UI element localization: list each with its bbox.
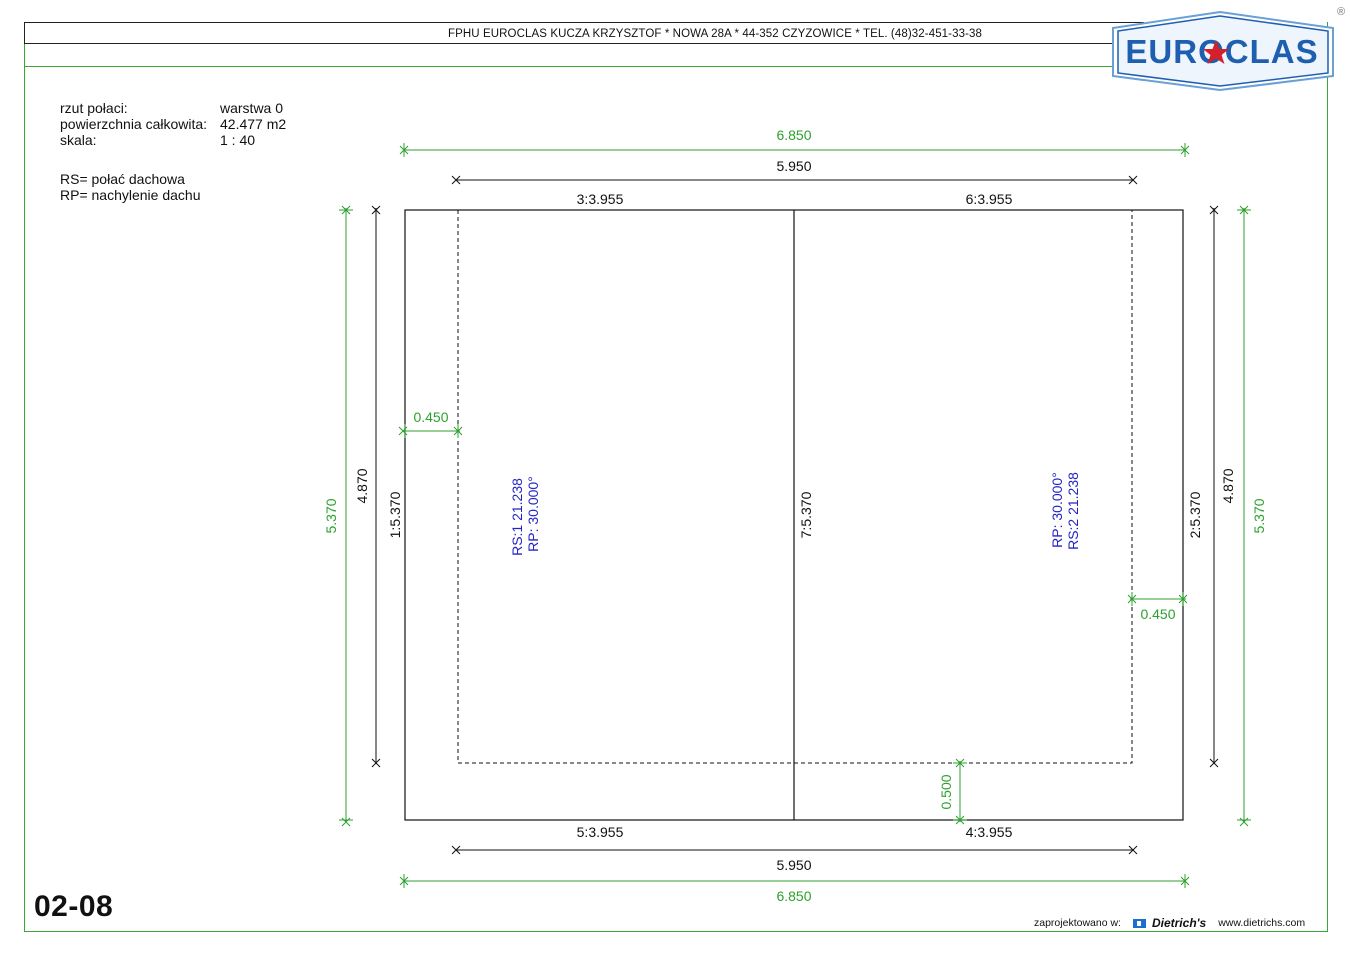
roof-plan-drawing: EUROCLAS 5.950 3:3.95 [323, 10, 1334, 904]
edge-label-1: 1:5.370 [387, 491, 403, 538]
sheet-number: 02-08 [34, 890, 114, 923]
plane-1-rp-label: RP: 30.000° [525, 476, 541, 552]
dim-overhang-right: 0.450 [1140, 606, 1175, 622]
ridge-label-7: 7:5.370 [798, 491, 814, 538]
software-url[interactable]: www.dietrichs.com [1218, 917, 1305, 929]
dietrichs-logo-icon [1132, 918, 1146, 928]
plane-2-rp-label: RP: 30.000° [1049, 472, 1065, 548]
dim-overhang-left: 0.450 [413, 409, 448, 425]
euroclas-logo: EUROCLAS [1112, 10, 1334, 92]
edge-label-6: 6:3.955 [966, 191, 1013, 207]
edge-label-3: 3:3.955 [577, 191, 624, 207]
dim-left-inner: 4.870 [354, 468, 370, 503]
edge-label-4: 4:3.955 [966, 824, 1013, 840]
dim-overall-width-top: 6.850 [776, 127, 811, 143]
dim-inner-width-top: 5.950 [776, 158, 811, 174]
dim-inner-width-bottom: 5.950 [776, 857, 811, 873]
plane-1-rs-label: RS:1 21.238 [509, 478, 525, 556]
wall-outline [457, 210, 1133, 764]
dim-right-overall: 5.370 [1251, 498, 1267, 533]
dim-overall-width-bottom: 6.850 [776, 888, 811, 904]
dim-left-overall: 5.370 [323, 498, 339, 533]
dim-overhang-bottom: 0.500 [938, 774, 954, 809]
edge-label-2: 2:5.370 [1187, 491, 1203, 538]
dim-right-inner: 4.870 [1220, 468, 1236, 503]
software-name: Dietrich's [1151, 916, 1207, 930]
footer-credit: zaprojektowano w: Dietrich's www.dietric… [1034, 916, 1305, 930]
designed-with-label: zaprojektowano w: [1034, 917, 1121, 929]
plane-2-rs-label: RS:2 21.238 [1065, 472, 1081, 550]
edge-label-5: 5:3.955 [577, 824, 624, 840]
